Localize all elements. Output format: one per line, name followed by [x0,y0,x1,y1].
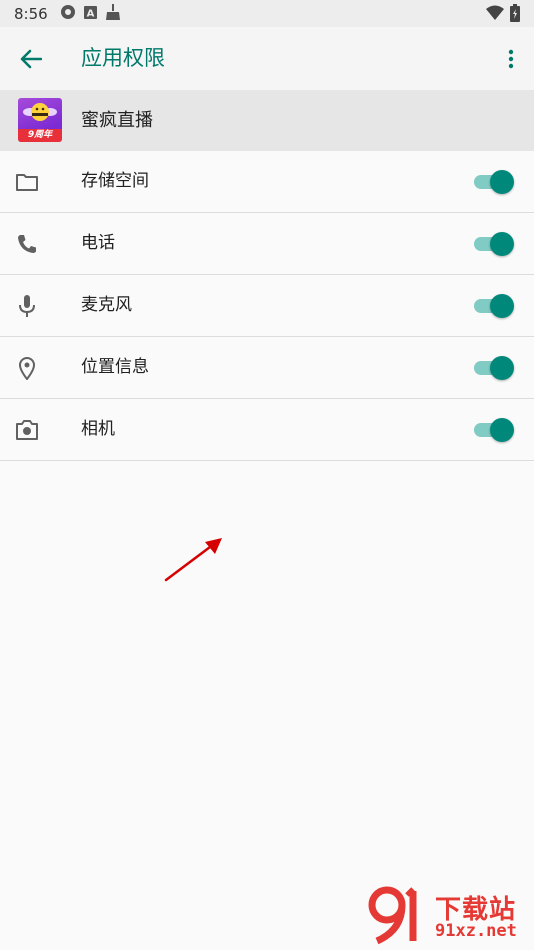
svg-text:A: A [86,9,94,20]
permission-row-camera[interactable]: 相机 [0,399,534,461]
watermark-logo-icon [368,886,417,945]
app-icon-badge: 9周年 [18,129,62,142]
permission-toggle[interactable] [474,418,514,442]
permission-list: 存储空间 电话 麦克风 位置信息 相机 [0,151,534,461]
camera-icon [14,417,40,443]
permission-toggle[interactable] [474,356,514,380]
app-bar: 应用权限 [0,27,534,90]
permission-label: 存储空间 [81,171,149,191]
battery-icon [510,4,520,26]
watermark: 下载站 91xz.net [365,885,530,945]
back-button[interactable] [18,46,44,72]
location-pin-icon [14,355,40,381]
folder-icon [14,169,40,195]
app-name: 蜜疯直播 [81,110,153,131]
permission-label: 电话 [81,233,115,253]
overflow-menu-button[interactable] [504,47,518,71]
annotation-arrow-icon [164,538,222,582]
font-a-icon: A [83,4,97,23]
permission-row-microphone[interactable]: 麦克风 [0,275,534,337]
permission-row-phone[interactable]: 电话 [0,213,534,275]
bee-icon [23,103,57,121]
permission-toggle[interactable] [474,170,514,194]
more-vert-icon [508,49,514,69]
wifi-icon [486,5,504,25]
arrow-left-icon [20,49,42,69]
permission-label: 相机 [81,419,115,439]
permission-toggle[interactable] [474,232,514,256]
phone-icon [14,231,40,257]
permission-row-storage[interactable]: 存储空间 [0,151,534,213]
permission-label: 位置信息 [81,357,149,377]
status-bar: 8:56 A [0,0,534,27]
app-icon: 9周年 [18,98,62,142]
microphone-icon [14,293,40,319]
status-time: 8:56 [14,4,48,23]
permission-toggle[interactable] [474,294,514,318]
permission-label: 麦克风 [81,295,132,315]
permission-row-location[interactable]: 位置信息 [0,337,534,399]
page-title: 应用权限 [81,46,165,70]
watermark-url: 91xz.net [435,921,517,941]
aperture-icon [60,4,76,24]
broom-icon [105,3,121,24]
app-header: 9周年 蜜疯直播 [0,90,534,151]
